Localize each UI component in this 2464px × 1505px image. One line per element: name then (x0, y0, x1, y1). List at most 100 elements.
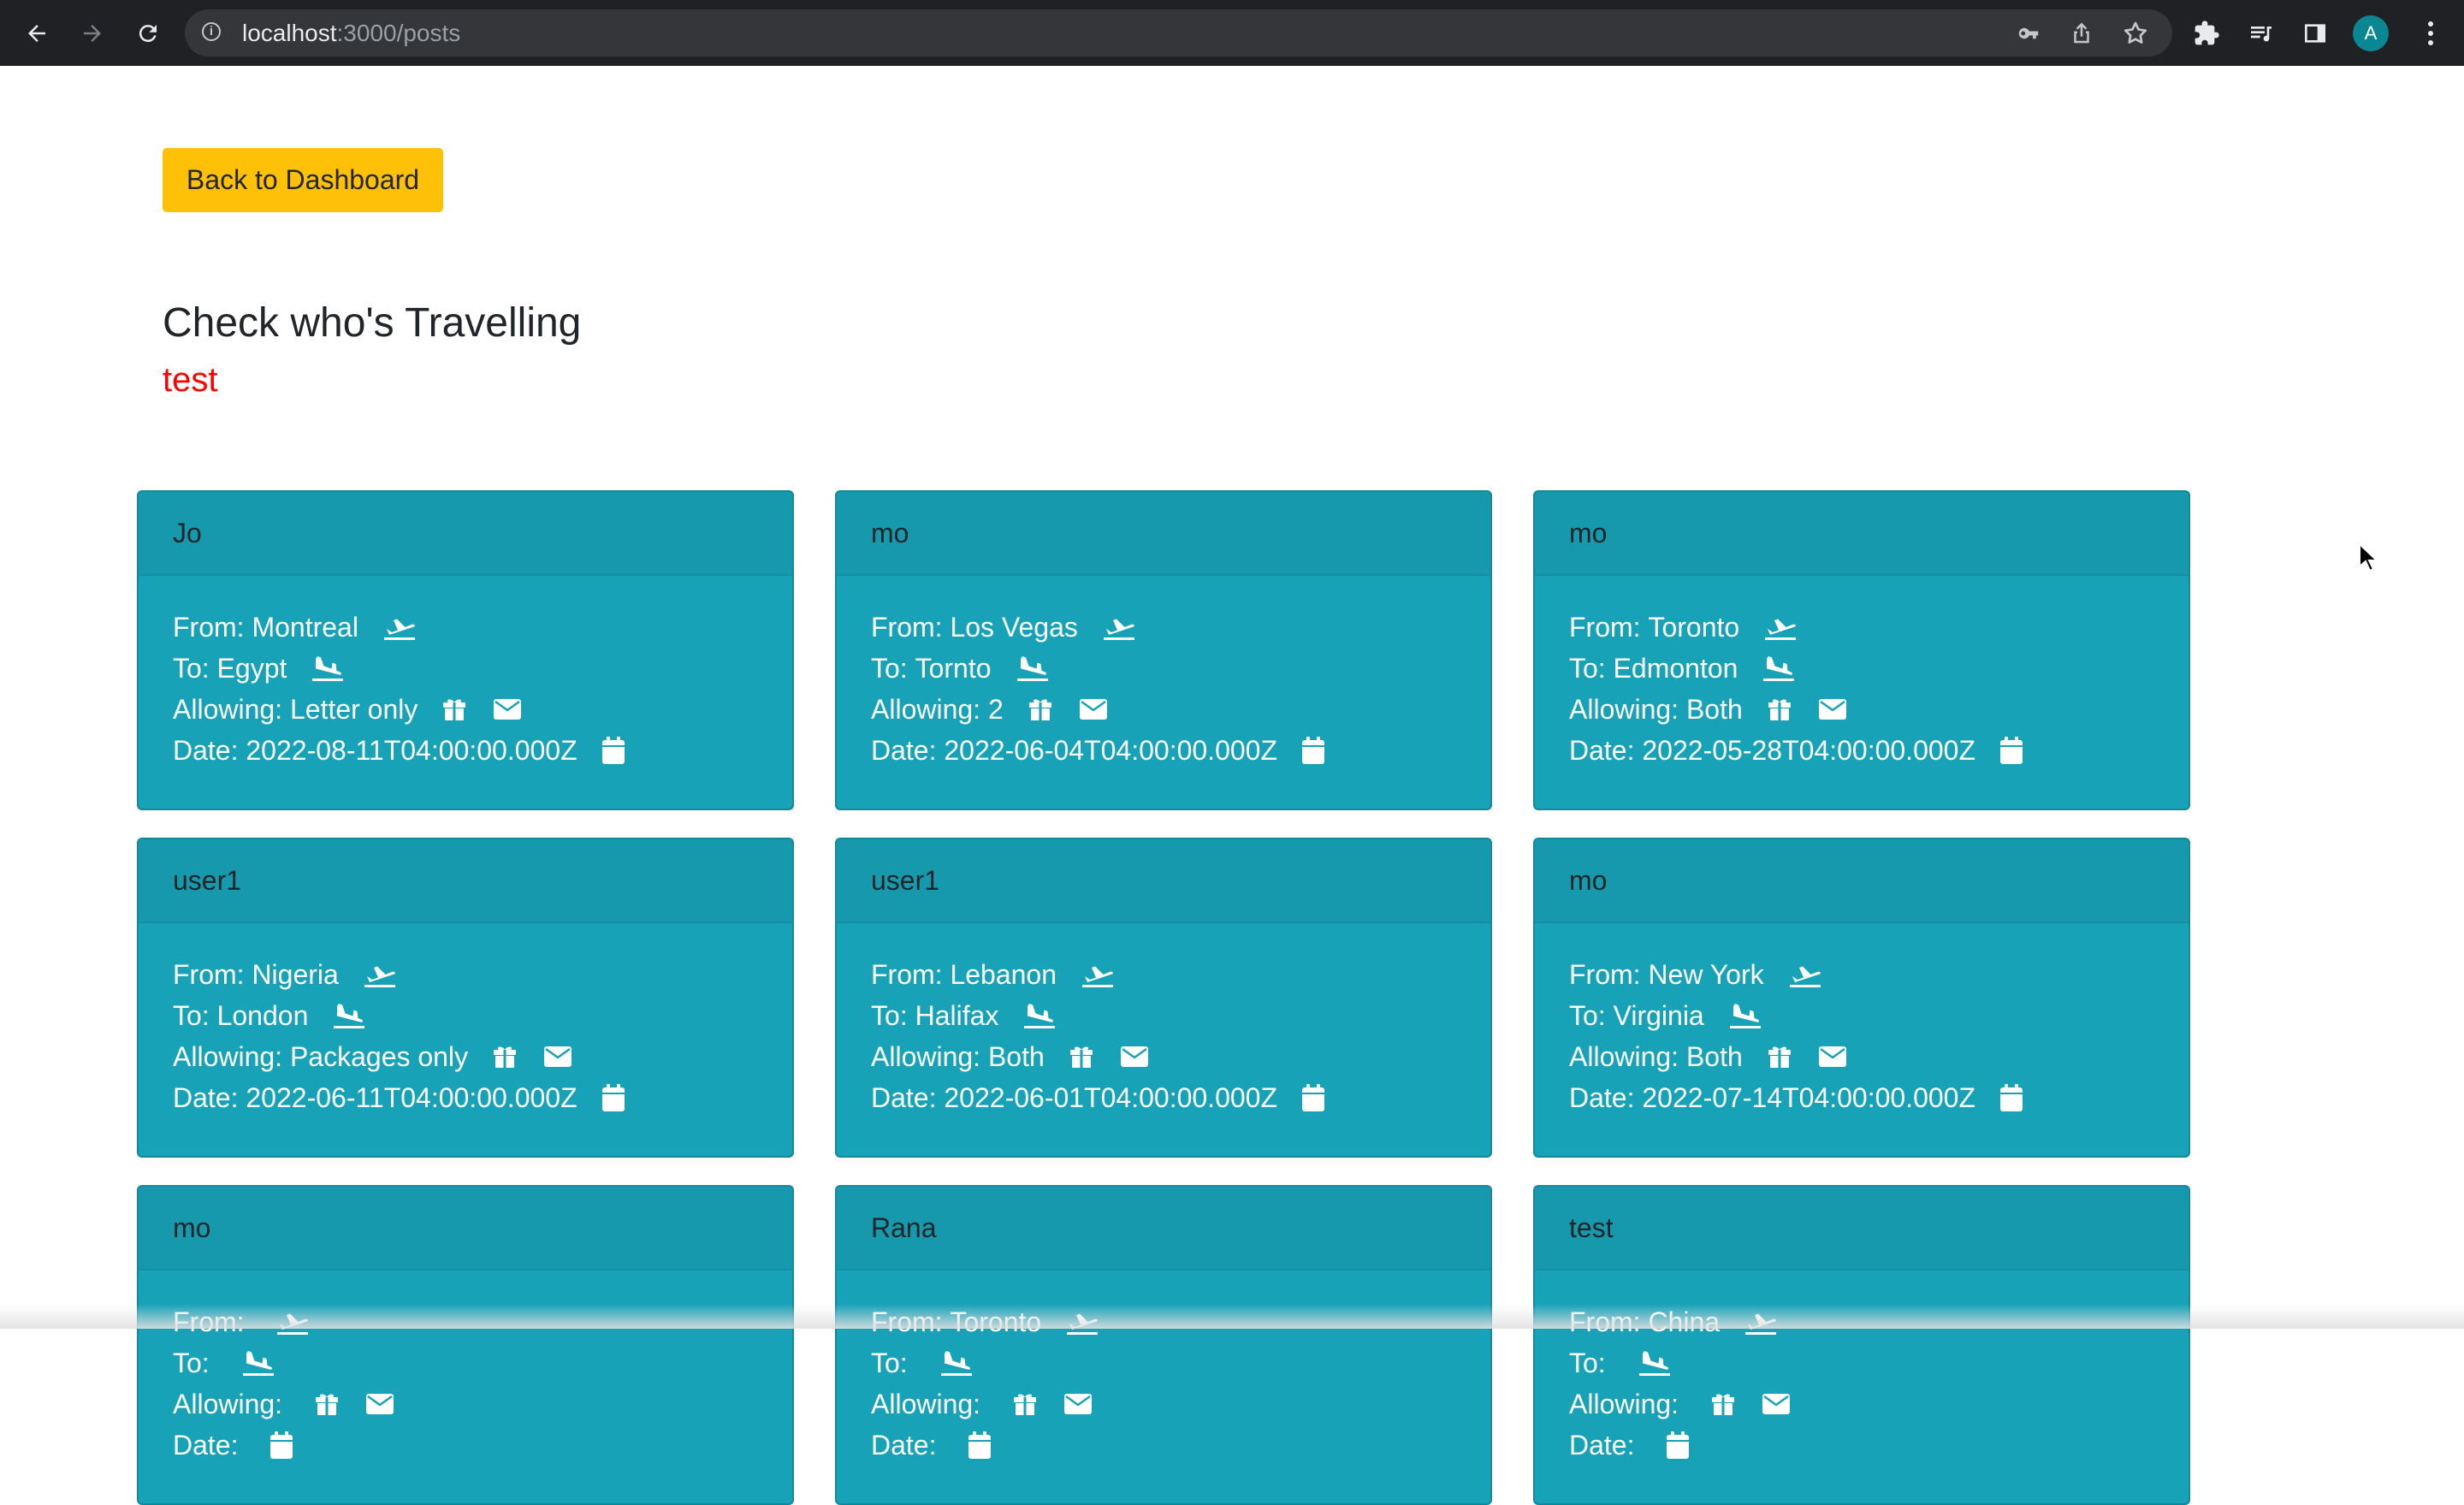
post-user-name: mo (1569, 865, 1608, 896)
date-label: Date: (871, 734, 937, 766)
to-label: To: (173, 1347, 210, 1378)
post-card-header: Rana (837, 1187, 1490, 1271)
media-queue-icon[interactable] (2245, 17, 2277, 50)
to-line: To: Egypt (173, 648, 758, 689)
date-label: Date: (1569, 1081, 1635, 1113)
plane-departure-icon (1081, 961, 1115, 988)
address-bar[interactable]: i localhost:3000/posts (185, 9, 2172, 56)
back-to-dashboard-button[interactable]: Back to Dashboard (163, 148, 443, 212)
allowing-line: Allowing: (173, 1384, 758, 1425)
gift-icon (1710, 1391, 1736, 1417)
to-value: Edmonton (1613, 652, 1738, 684)
envelope-icon (543, 1046, 572, 1068)
date-label: Date: (173, 734, 239, 766)
gift-icon (492, 1044, 518, 1069)
browser-menu-icon[interactable] (2414, 17, 2447, 50)
allowing-line: Allowing: 2 (871, 689, 1456, 730)
plane-departure-icon (1763, 613, 1798, 641)
date-label: Date: (173, 1081, 239, 1113)
share-icon[interactable] (2068, 20, 2095, 47)
to-label: To: (1569, 1347, 1606, 1378)
gift-icon (1069, 1044, 1094, 1069)
post-user-name: user1 (173, 865, 242, 896)
side-panel-icon[interactable] (2299, 17, 2331, 50)
date-label: Date: (871, 1081, 937, 1113)
to-line: To: Tornto (871, 648, 1456, 689)
plane-departure-icon (1744, 1308, 1778, 1336)
site-info-icon[interactable]: i (202, 22, 221, 41)
reload-icon[interactable] (132, 17, 164, 50)
to-value: Virginia (1613, 999, 1704, 1031)
calendar-icon (601, 1084, 625, 1111)
back-arrow-icon[interactable] (21, 17, 53, 50)
allowing-value: Packages only (289, 1040, 469, 1072)
from-line: From: Toronto (871, 1301, 1456, 1342)
date-label: Date: (1569, 1429, 1635, 1461)
allowing-label: Allowing: (173, 693, 283, 725)
to-line: To: Edmonton (1569, 648, 2154, 689)
key-icon[interactable] (2015, 20, 2042, 47)
page-title: Check who's Travelling (163, 300, 582, 346)
envelope-icon (1120, 1046, 1149, 1068)
to-value: London (216, 999, 309, 1031)
allowing-line: Allowing: Letter only (173, 689, 758, 730)
calendar-icon (1999, 1084, 2023, 1111)
post-card: Jo From: Montreal To: Egypt Allowing: Le… (137, 490, 794, 810)
gift-icon (314, 1391, 340, 1417)
post-user-name: mo (173, 1212, 211, 1243)
from-value: Toronto (1648, 611, 1740, 643)
plane-arrival-icon (1762, 655, 1796, 682)
post-card-body: From: Montreal To: Egypt Allowing: Lette… (139, 576, 792, 771)
from-value: Los Vegas (950, 611, 1078, 643)
post-user-name: test (1569, 1212, 1614, 1243)
date-line: Date: (1569, 1425, 2154, 1466)
plane-arrival-icon (1728, 1002, 1762, 1029)
post-card-body: From: Toronto To: Edmonton Allowing: Bot… (1535, 576, 2189, 771)
forward-arrow-icon[interactable] (76, 17, 109, 50)
allowing-line: Allowing: (871, 1384, 1456, 1425)
post-card-header: mo (139, 1187, 792, 1271)
profile-avatar[interactable]: A (2353, 15, 2389, 51)
plane-departure-icon (363, 961, 397, 988)
date-line: Date: 2022-08-11T04:00:00.000Z (173, 730, 758, 771)
date-line: Date: (173, 1425, 758, 1466)
from-line: From: Los Vegas (871, 607, 1456, 648)
to-label: To: (1569, 999, 1606, 1031)
from-line: From: Montreal (173, 607, 758, 648)
url-path: :3000/posts (336, 20, 461, 46)
date-value: 2022-08-11T04:00:00.000Z (246, 734, 578, 766)
from-label: From: (871, 1306, 943, 1337)
plane-departure-icon (1065, 1308, 1099, 1336)
date-value: 2022-06-04T04:00:00.000Z (944, 734, 1277, 766)
from-value: Nigeria (252, 958, 339, 990)
post-card: mo From: To: Allowing: Date: (137, 1185, 794, 1505)
extensions-puzzle-icon[interactable] (2190, 17, 2223, 50)
to-line: To: (871, 1342, 1456, 1384)
to-label: To: (1569, 652, 1606, 684)
calendar-icon (1666, 1431, 1690, 1459)
post-card-body: From: Nigeria To: London Allowing: Packa… (139, 923, 792, 1118)
to-line: To: Halifax (871, 995, 1456, 1036)
from-label: From: (173, 611, 245, 643)
envelope-icon (1063, 1393, 1093, 1415)
date-label: Date: (871, 1429, 937, 1461)
from-label: From: (1569, 1306, 1641, 1337)
from-label: From: (173, 958, 245, 990)
from-label: From: (871, 958, 943, 990)
from-line: From: Nigeria (173, 954, 758, 995)
post-user-name: mo (1569, 518, 1608, 548)
allowing-value: Both (987, 1040, 1045, 1072)
browser-toolbar: i localhost:3000/posts A (0, 0, 2464, 66)
post-card-body: From: Lebanon To: Halifax Allowing: Both (837, 923, 1490, 1118)
gift-icon (1012, 1391, 1038, 1417)
bookmark-star-icon[interactable] (2122, 20, 2149, 47)
envelope-icon (1818, 1046, 1847, 1068)
post-card-header: mo (1535, 492, 2189, 576)
date-line: Date: 2022-05-28T04:00:00.000Z (1569, 730, 2154, 771)
post-card: mo From: Los Vegas To: Tornto Allowing: … (835, 490, 1492, 810)
date-line: Date: 2022-06-11T04:00:00.000Z (173, 1077, 758, 1118)
post-card-header: Jo (139, 492, 792, 576)
allowing-label: Allowing: (1569, 1040, 1679, 1072)
url-host: localhost (242, 20, 337, 46)
url-text[interactable]: localhost:3000/posts (242, 20, 460, 47)
